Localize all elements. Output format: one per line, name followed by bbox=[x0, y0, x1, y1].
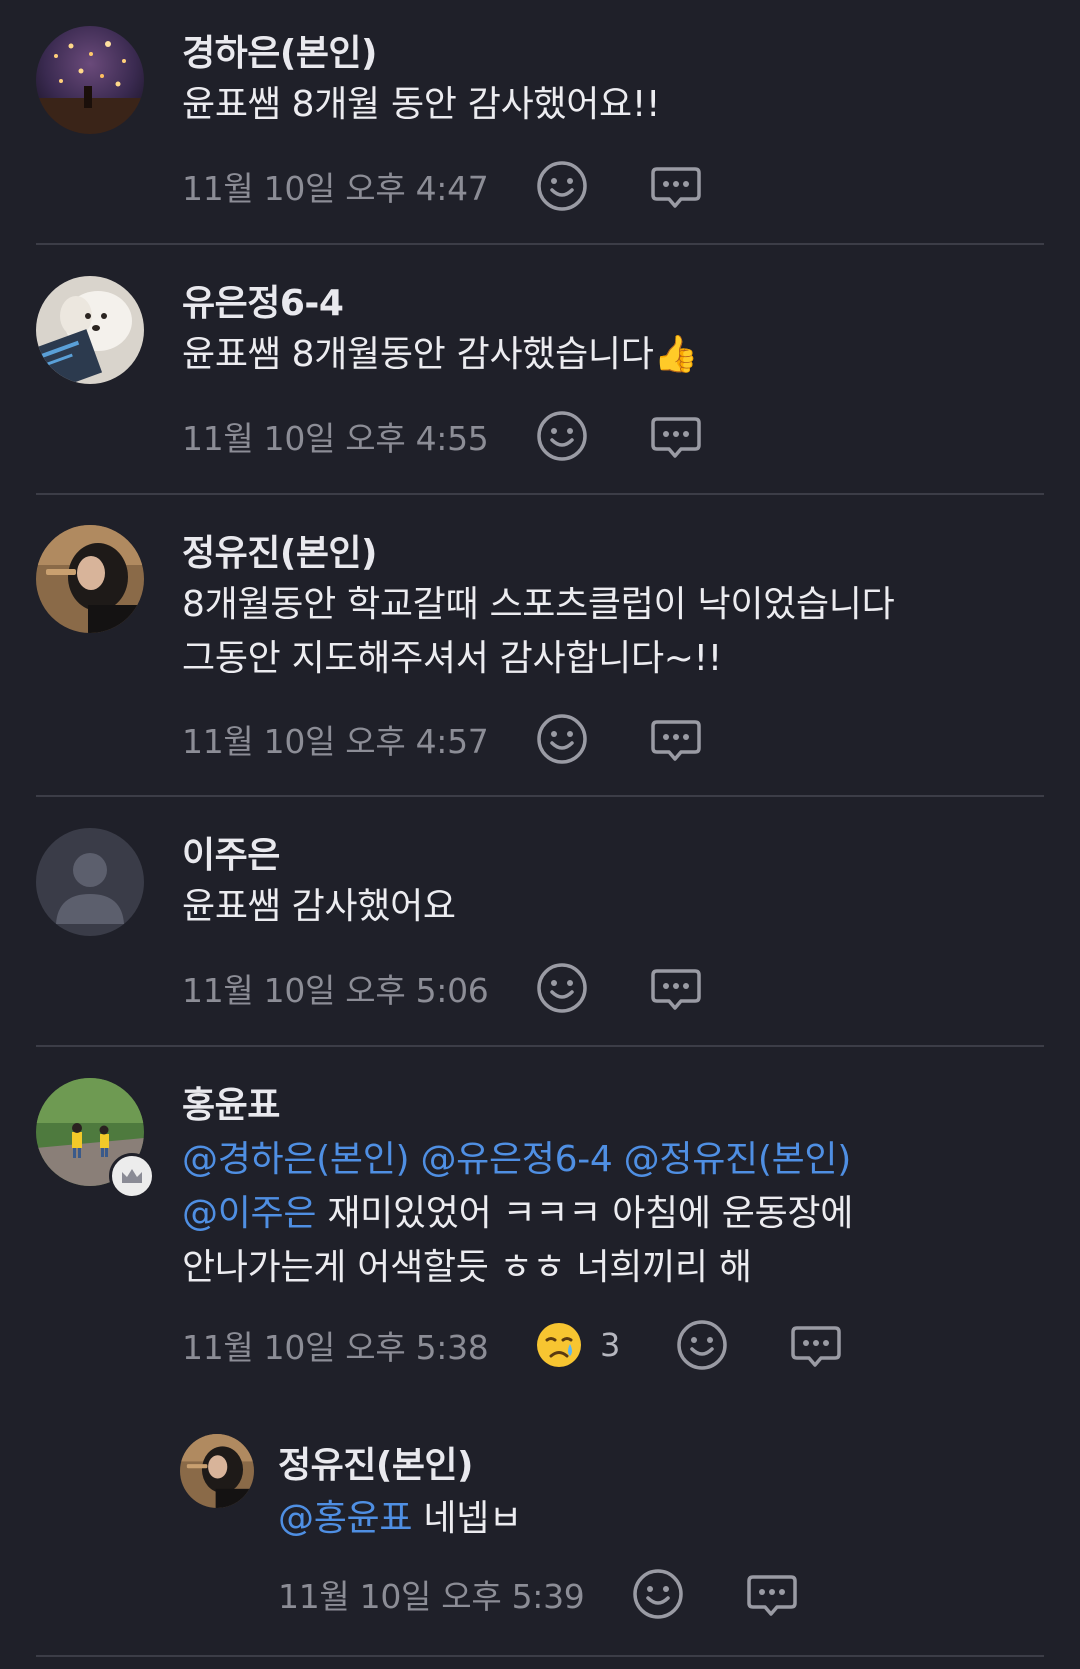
reply-author[interactable]: 정유진(본인) bbox=[278, 1436, 474, 1488]
comment-line: 윤표쌤 8개월동안 감사했습니다 bbox=[182, 334, 654, 375]
mention-link[interactable]: @홍윤표 bbox=[278, 1498, 412, 1539]
avatar[interactable] bbox=[36, 26, 144, 134]
comment-text: 윤표쌤 8개월 동안 감사했어요!! bbox=[182, 78, 660, 132]
comment-line: @경하은(본인) @유은정6-4 @정유진(본인) bbox=[182, 1133, 853, 1187]
comment-meta: 11월 10일 오후 4:57 bbox=[182, 711, 704, 767]
comment-author[interactable]: 유은정6-4 bbox=[182, 274, 344, 326]
comment-meta: 11월 10일 오후 5:06 bbox=[182, 960, 704, 1016]
comment-line: @이주은 재미있었어 ㅋㅋㅋ 아침에 운동장에 bbox=[182, 1187, 853, 1241]
speech-bubble-icon bbox=[651, 167, 701, 208]
comment-meta: 11월 10일 오후 4:47 bbox=[182, 158, 704, 214]
add-reaction-button[interactable] bbox=[630, 1566, 686, 1622]
divider bbox=[36, 243, 1044, 245]
crying-face-icon bbox=[534, 1320, 584, 1370]
add-reaction-button[interactable] bbox=[534, 711, 590, 767]
reply-button[interactable] bbox=[648, 711, 704, 767]
comment-text: 윤표쌤 8개월동안 감사했습니다👍 bbox=[182, 328, 698, 382]
smiley-icon bbox=[537, 963, 587, 1013]
reply-meta: 11월 10일 오후 5:39 bbox=[278, 1566, 800, 1622]
speech-bubble-icon bbox=[651, 417, 701, 458]
comment-timestamp: 11월 10일 오후 5:38 bbox=[182, 1328, 489, 1367]
divider bbox=[36, 1655, 1044, 1657]
mention-link[interactable]: @이주은 bbox=[182, 1193, 316, 1234]
comment-timestamp: 11월 10일 오후 5:06 bbox=[182, 971, 489, 1010]
speech-bubble-icon bbox=[791, 1326, 842, 1367]
mention-link[interactable]: @정유진(본인) bbox=[624, 1139, 852, 1180]
avatar[interactable] bbox=[36, 828, 144, 936]
comment-text: @경하은(본인) @유은정6-4 @정유진(본인) @이주은 재미있었어 ㅋㅋㅋ… bbox=[182, 1133, 853, 1295]
add-reaction-button[interactable] bbox=[534, 408, 590, 464]
reply-button[interactable] bbox=[648, 960, 704, 1016]
comment-timestamp: 11월 10일 오후 4:55 bbox=[182, 419, 489, 458]
smiley-icon bbox=[537, 714, 587, 764]
reply-line-text: 네넵ㅂ bbox=[423, 1498, 522, 1539]
reaction-count: 3 bbox=[600, 1326, 621, 1364]
reply-button[interactable] bbox=[744, 1566, 800, 1622]
avatar[interactable] bbox=[180, 1434, 254, 1508]
add-reaction-button[interactable] bbox=[534, 158, 590, 214]
comment-text: 8개월동안 학교갈때 스포츠클럽이 낙이었습니다 그동안 지도해주셔서 감사합니… bbox=[182, 578, 895, 686]
comment-timestamp: 11월 10일 오후 4:57 bbox=[182, 722, 489, 761]
smiley-icon bbox=[537, 161, 587, 211]
crown-icon bbox=[122, 1169, 142, 1183]
avatar[interactable] bbox=[36, 525, 144, 633]
add-reaction-button[interactable] bbox=[534, 960, 590, 1016]
comment-line: 윤표쌤 8개월 동안 감사했어요!! bbox=[182, 84, 661, 125]
divider bbox=[36, 1045, 1044, 1047]
smiley-icon bbox=[677, 1320, 728, 1370]
reply-button[interactable] bbox=[788, 1317, 844, 1373]
add-reaction-button[interactable] bbox=[674, 1317, 730, 1373]
divider bbox=[36, 493, 1044, 495]
comment-line: 안나가는게 어색할듯 ㅎㅎ 너희끼리 해 bbox=[182, 1247, 752, 1288]
speech-bubble-icon bbox=[747, 1575, 797, 1616]
smiley-icon bbox=[633, 1569, 683, 1619]
comment-line-text: 재미있었어 ㅋㅋㅋ 아침에 운동장에 bbox=[327, 1193, 854, 1234]
mention-link[interactable]: @경하은(본인) bbox=[182, 1139, 410, 1180]
reply-button[interactable] bbox=[648, 408, 704, 464]
speech-bubble-icon bbox=[651, 969, 701, 1010]
comment-author[interactable]: 정유진(본인) bbox=[182, 524, 378, 576]
divider bbox=[36, 795, 1044, 797]
reply-timestamp: 11월 10일 오후 5:39 bbox=[278, 1577, 585, 1616]
comment-author[interactable]: 이주은 bbox=[182, 826, 280, 878]
comment-line: 그동안 지도해주셔서 감사합니다~!! bbox=[182, 638, 722, 679]
default-profile-icon bbox=[36, 828, 144, 936]
comment-author[interactable]: 홍윤표 bbox=[182, 1076, 280, 1128]
reply-button[interactable] bbox=[648, 158, 704, 214]
mention-link[interactable]: @유은정6-4 bbox=[420, 1139, 612, 1180]
smiley-icon bbox=[537, 411, 587, 461]
owner-badge bbox=[109, 1153, 155, 1199]
comment-line: 윤표쌤 감사했어요 bbox=[182, 886, 456, 927]
comment-timestamp: 11월 10일 오후 4:47 bbox=[182, 169, 489, 208]
reply-text: @홍윤표 네넵ㅂ bbox=[278, 1492, 522, 1546]
comment-text: 윤표쌤 감사했어요 bbox=[182, 880, 456, 934]
comment-line: 8개월동안 학교갈때 스포츠클럽이 낙이었습니다 bbox=[182, 584, 895, 625]
speech-bubble-icon bbox=[651, 720, 701, 761]
comment-meta: 11월 10일 오후 5:38 3 bbox=[182, 1317, 844, 1373]
thumbs-up-emoji: 👍 bbox=[653, 334, 699, 375]
comment-author[interactable]: 경하은(본인) bbox=[182, 24, 378, 76]
reaction-chip[interactable]: 3 bbox=[534, 1320, 620, 1370]
comment-meta: 11월 10일 오후 4:55 bbox=[182, 408, 704, 464]
avatar[interactable] bbox=[36, 276, 144, 384]
